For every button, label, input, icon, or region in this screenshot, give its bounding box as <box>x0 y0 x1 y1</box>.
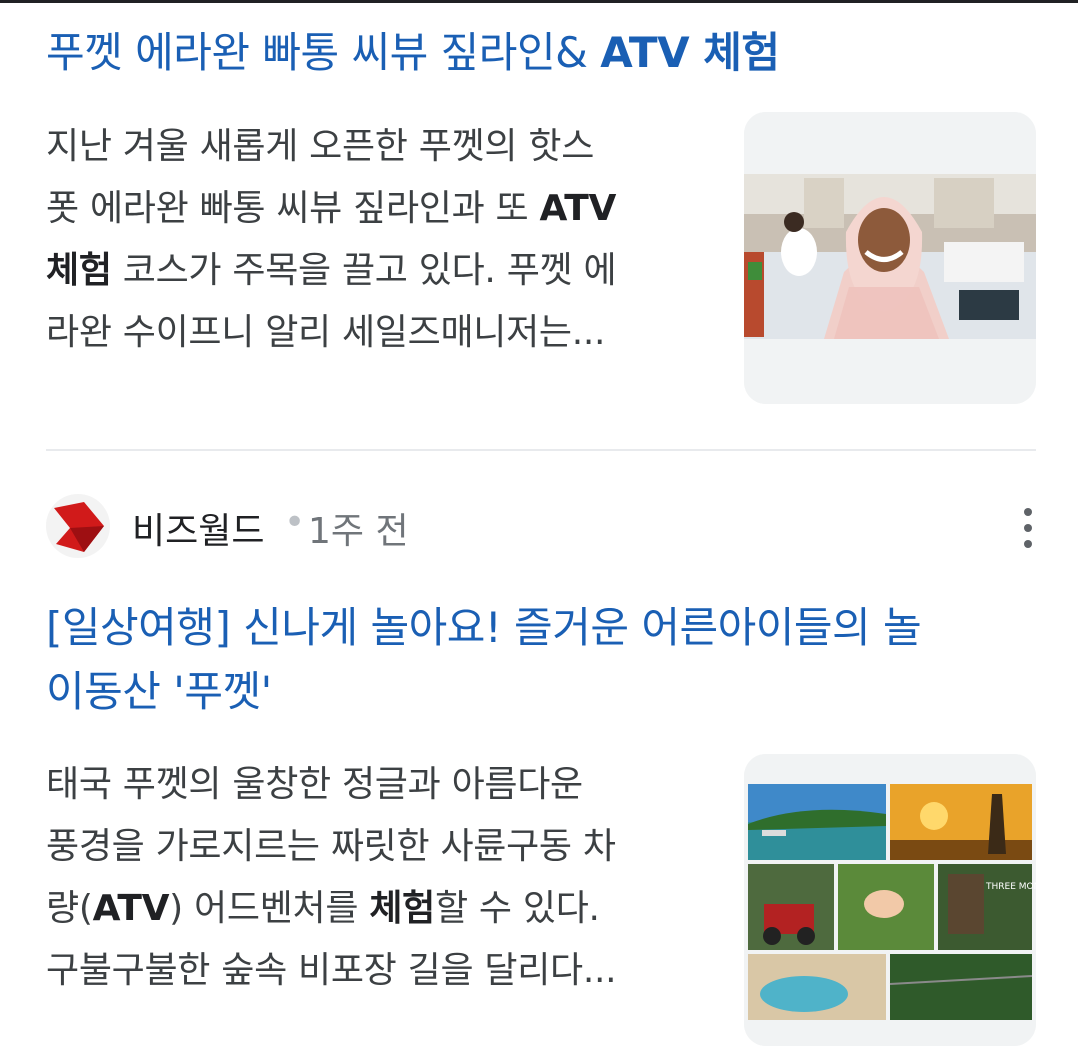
woman-in-hijab-photo <box>744 112 1036 404</box>
separator-dot: • <box>284 502 306 543</box>
logo-mark <box>46 494 110 558</box>
source-name[interactable]: 비즈월드 <box>132 502 264 554</box>
collage-sign: THREE MONKEYS <box>985 882 1036 892</box>
bizworld-logo[interactable] <box>46 494 110 558</box>
article-snippet-2: 태국 푸껫의 울창한 정글과 아름다운 풍경을 가로지르는 짜릿한 사륜구동 차… <box>46 764 617 991</box>
source-row: 비즈월드 • 1주 전 <box>46 494 1036 564</box>
article-snippet-1: 지난 겨울 새롭게 오픈한 푸껫의 핫스 폿 에라완 빠통 씨뷰 짚라인과 또 … <box>46 126 617 353</box>
phuket-collage-photo: THREE MONKEYS <box>744 754 1036 1046</box>
article-thumbnail-2[interactable]: THREE MONKEYS <box>744 754 1036 1046</box>
article-title-1[interactable]: 푸껫 에라완 빠통 씨뷰 짚라인& ATV 체험 <box>46 21 1026 85</box>
news-card-2[interactable]: [일상여행] 신나게 놀아요! 즐거운 어른아이들의 놀 이동산 '푸껫' 태국… <box>46 590 1036 1046</box>
article-title-2[interactable]: [일상여행] 신나게 놀아요! 즐거운 어른아이들의 놀 이동산 '푸껫' <box>46 596 1026 724</box>
card-divider <box>46 449 1036 451</box>
article-thumbnail-1[interactable] <box>744 112 1036 404</box>
more-vert-icon[interactable] <box>1022 508 1034 556</box>
news-card-1[interactable]: 푸껫 에라완 빠통 씨뷰 짚라인& ATV 체험 지난 겨울 새롭게 오픈한 푸… <box>46 0 1036 440</box>
publish-time: 1주 전 <box>308 511 409 552</box>
